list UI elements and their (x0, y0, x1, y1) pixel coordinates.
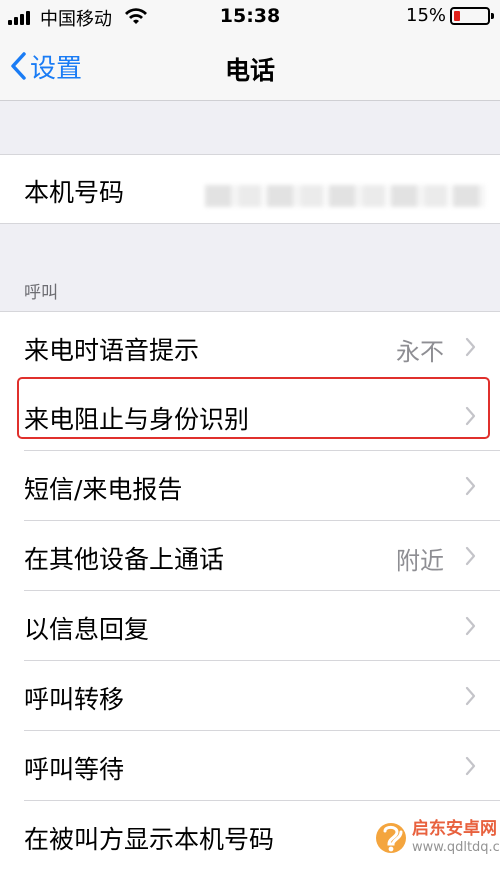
row-call-waiting[interactable]: 呼叫等待 (0, 731, 500, 801)
my-number-cell[interactable]: 本机号码 (0, 154, 500, 224)
highlight-box (17, 377, 490, 439)
row-value: 永不 (396, 338, 444, 366)
battery-percent: 15% (406, 5, 447, 26)
row-label: 呼叫等待 (24, 755, 125, 784)
row-label: 在其他设备上通话 (24, 545, 225, 574)
chevron-right-icon (465, 546, 476, 566)
watermark-url: www.qdltdq.com (412, 840, 500, 855)
section-header-calls: 呼叫 (24, 283, 58, 303)
watermark-name: 启东安卓网 (412, 819, 497, 839)
row-label: 来电时语音提示 (24, 336, 200, 365)
my-number-label: 本机号码 (24, 178, 125, 207)
battery-icon (450, 7, 494, 25)
chevron-right-icon (465, 686, 476, 706)
row-calls-on-other-devices[interactable]: 在其他设备上通话 附近 (0, 521, 500, 591)
watermark: 启东安卓网 www.qdltdq.com (372, 806, 500, 872)
row-call-forwarding[interactable]: 呼叫转移 (0, 661, 500, 731)
row-label: 在被叫方显示本机号码 (24, 825, 275, 854)
chevron-right-icon (465, 476, 476, 496)
phone-number-redacted (205, 185, 485, 207)
watermark-logo-icon (376, 823, 406, 853)
chevron-right-icon (465, 616, 476, 636)
chevron-right-icon (465, 337, 476, 357)
row-label: 短信/来电报告 (24, 475, 183, 504)
chevron-right-icon (465, 756, 476, 776)
navigation-bar: 设置 电话 (0, 34, 500, 101)
row-sms-call-reporting[interactable]: 短信/来电报告 (0, 451, 500, 521)
page-title: 电话 (224, 56, 275, 85)
row-label: 呼叫转移 (24, 685, 125, 714)
row-value: 附近 (396, 547, 444, 575)
row-label: 以信息回复 (24, 615, 150, 644)
row-respond-with-text[interactable]: 以信息回复 (0, 591, 500, 661)
row-voice-announce-calls[interactable]: 来电时语音提示 永不 (0, 311, 500, 382)
status-bar: 中国移动 15:38 15% (0, 0, 500, 34)
